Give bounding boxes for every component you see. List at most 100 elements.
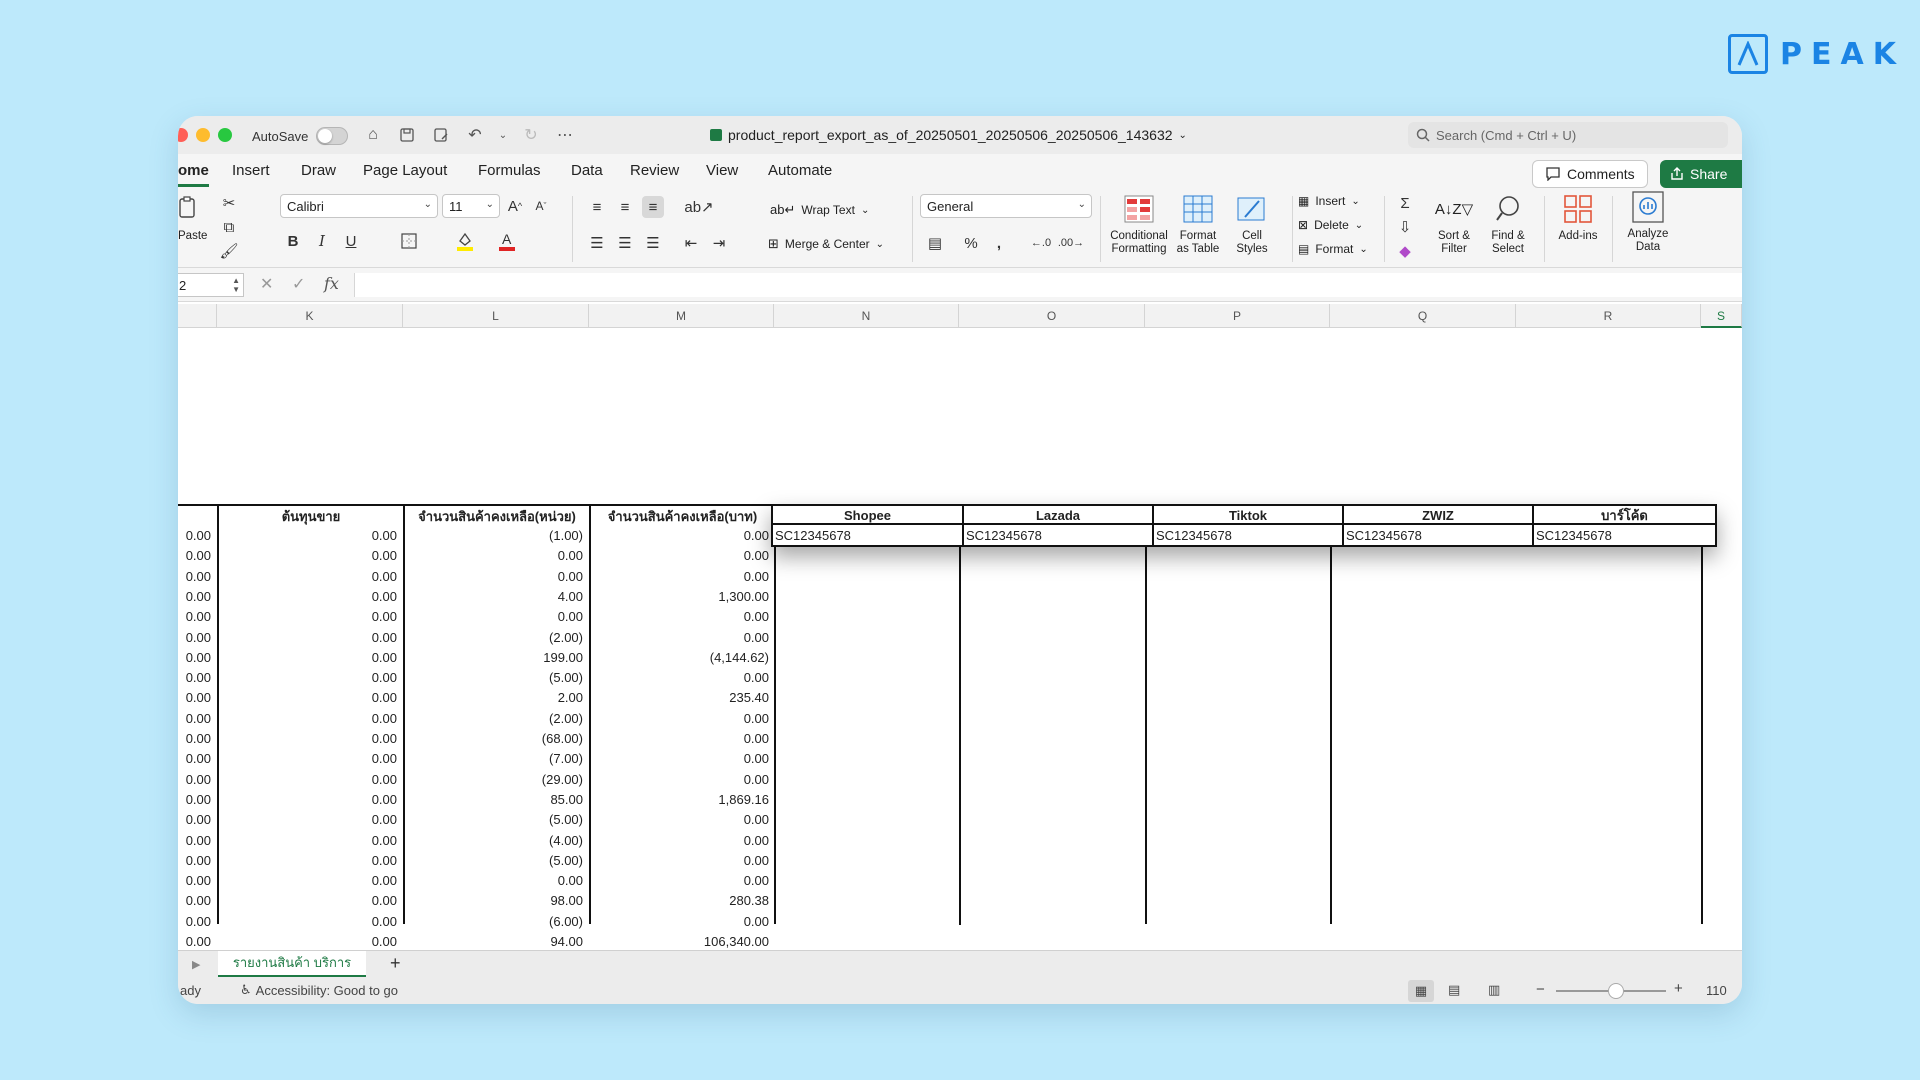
- cell-m[interactable]: 1,300.00: [589, 589, 769, 604]
- cell-j[interactable]: 0.00: [178, 528, 211, 543]
- cell-m[interactable]: 1,869.16: [589, 792, 769, 807]
- save-icon[interactable]: [396, 124, 418, 146]
- cell-l[interactable]: (29.00): [403, 772, 583, 787]
- cell-m[interactable]: 0.00: [589, 569, 769, 584]
- cell-k[interactable]: 0.00: [217, 731, 397, 746]
- fill-icon[interactable]: ⇩: [1394, 216, 1416, 238]
- cell-k[interactable]: 0.00: [217, 772, 397, 787]
- cancel-icon[interactable]: ✕: [260, 274, 273, 294]
- decrease-indent-icon[interactable]: ⇤: [680, 232, 702, 254]
- column-header-s[interactable]: S: [1701, 304, 1742, 328]
- increase-decimal-icon[interactable]: ←.0: [1030, 232, 1052, 254]
- delete-cells-button[interactable]: ⊠ Delete ⌄: [1298, 218, 1363, 232]
- cell-m[interactable]: 0.00: [589, 630, 769, 645]
- conditional-formatting-button[interactable]: Conditional Formatting: [1106, 192, 1172, 256]
- zoom-window-button[interactable]: [218, 128, 232, 142]
- find-select-button[interactable]: Find & Select: [1482, 192, 1534, 256]
- cell-m[interactable]: 0.00: [589, 670, 769, 685]
- decrease-decimal-icon[interactable]: .00→: [1058, 232, 1084, 254]
- cell-j[interactable]: 0.00: [178, 690, 211, 705]
- insert-cells-button[interactable]: ▦ Insert ⌄: [1298, 194, 1360, 208]
- cell-m[interactable]: 0.00: [589, 772, 769, 787]
- cell-k[interactable]: 0.00: [217, 711, 397, 726]
- cell-l[interactable]: (5.00): [403, 670, 583, 685]
- cell-m[interactable]: 0.00: [589, 833, 769, 848]
- tab-home[interactable]: ome: [178, 162, 209, 187]
- cell-m[interactable]: 235.40: [589, 690, 769, 705]
- wrap-text-button[interactable]: ab↵ Wrap Text ⌄: [770, 202, 869, 218]
- header-cell-q[interactable]: ZWIZ: [1342, 504, 1532, 525]
- cell-k[interactable]: 0.00: [217, 751, 397, 766]
- cell-j[interactable]: 0.00: [178, 731, 211, 746]
- cell-l[interactable]: 94.00: [403, 934, 583, 949]
- column-header-m[interactable]: M: [589, 304, 774, 328]
- home-icon[interactable]: ⌂: [362, 124, 384, 146]
- cell-j[interactable]: 0.00: [178, 650, 211, 665]
- fill-color-icon[interactable]: [454, 230, 476, 252]
- cell-l[interactable]: 0.00: [403, 569, 583, 584]
- cell-k[interactable]: 0.00: [217, 650, 397, 665]
- normal-view-icon[interactable]: ▦: [1408, 980, 1434, 1002]
- cell-k[interactable]: 0.00: [217, 609, 397, 624]
- cell-k[interactable]: 0.00: [217, 630, 397, 645]
- header-cell-p[interactable]: Tiktok: [1152, 504, 1342, 525]
- cell-m[interactable]: 0.00: [589, 528, 769, 543]
- bold-icon[interactable]: B: [282, 230, 304, 252]
- share-button[interactable]: Share: [1660, 160, 1742, 188]
- cell-l[interactable]: (68.00): [403, 731, 583, 746]
- tab-page-layout[interactable]: Page Layout: [363, 162, 447, 179]
- undo-dropdown-icon[interactable]: ⌄: [498, 124, 508, 146]
- cell-m[interactable]: 0.00: [589, 873, 769, 888]
- cell-l[interactable]: 199.00: [403, 650, 583, 665]
- floating-copied-block[interactable]: Shopee Lazada Tiktok ZWIZ บาร์โค้ด SC123…: [771, 504, 1717, 547]
- cell-k[interactable]: 0.00: [217, 569, 397, 584]
- align-bottom-icon[interactable]: ≡: [642, 196, 664, 218]
- more-icon[interactable]: ⋯: [554, 124, 576, 146]
- cell-j[interactable]: 0.00: [178, 711, 211, 726]
- zoom-in-icon[interactable]: +: [1674, 980, 1683, 997]
- add-ins-button[interactable]: Add-ins: [1550, 192, 1606, 243]
- decrease-font-icon[interactable]: Aˇ: [530, 195, 552, 217]
- cell-m[interactable]: 0.00: [589, 731, 769, 746]
- cell-k[interactable]: 0.00: [217, 792, 397, 807]
- cell-k[interactable]: 0.00: [217, 670, 397, 685]
- cell-m[interactable]: 0.00: [589, 914, 769, 929]
- enter-icon[interactable]: ✓: [292, 274, 305, 294]
- cell-j[interactable]: 0.00: [178, 934, 211, 949]
- accessibility-status[interactable]: ♿ Accessibility: Good to go: [240, 982, 398, 998]
- paste-icon[interactable]: [178, 196, 200, 218]
- zoom-level[interactable]: 110: [1706, 983, 1727, 998]
- header-cell-k[interactable]: ต้นทุนขาย: [217, 504, 403, 525]
- cell-j[interactable]: 0.00: [178, 873, 211, 888]
- tab-automate[interactable]: Automate: [768, 162, 832, 179]
- copy-icon[interactable]: ⧉: [218, 216, 240, 238]
- format-cells-button[interactable]: ▤ Format ⌄: [1298, 242, 1368, 256]
- cell-m[interactable]: 0.00: [589, 751, 769, 766]
- cell-j[interactable]: 0.00: [178, 914, 211, 929]
- cell-l[interactable]: 0.00: [403, 548, 583, 563]
- cell-p[interactable]: SC12345678: [1152, 525, 1342, 547]
- analyze-data-button[interactable]: Analyze Data: [1620, 190, 1676, 254]
- cell-j[interactable]: 0.00: [178, 772, 211, 787]
- cell-r[interactable]: SC12345678: [1532, 525, 1717, 547]
- cell-j[interactable]: 0.00: [178, 548, 211, 563]
- cell-l[interactable]: 4.00: [403, 589, 583, 604]
- cut-icon[interactable]: ✂: [218, 192, 240, 214]
- cell-k[interactable]: 0.00: [217, 914, 397, 929]
- italic-icon[interactable]: I: [311, 230, 333, 252]
- cell-l[interactable]: (5.00): [403, 853, 583, 868]
- tab-review[interactable]: Review: [630, 162, 679, 179]
- align-middle-icon[interactable]: ≡: [614, 196, 636, 218]
- cell-m[interactable]: 0.00: [589, 548, 769, 563]
- cell-k[interactable]: 0.00: [217, 893, 397, 908]
- tab-formulas[interactable]: Formulas: [478, 162, 541, 179]
- cell-k[interactable]: 0.00: [217, 812, 397, 827]
- tab-draw[interactable]: Draw: [301, 162, 336, 179]
- page-layout-view-icon[interactable]: ▤: [1448, 982, 1460, 998]
- autosum-icon[interactable]: Σ: [1394, 192, 1416, 214]
- cell-k[interactable]: 0.00: [217, 589, 397, 604]
- undo-icon[interactable]: ↶: [464, 124, 486, 146]
- cell-l[interactable]: (2.00): [403, 630, 583, 645]
- underline-icon[interactable]: U: [340, 230, 362, 252]
- cell-j[interactable]: 0.00: [178, 670, 211, 685]
